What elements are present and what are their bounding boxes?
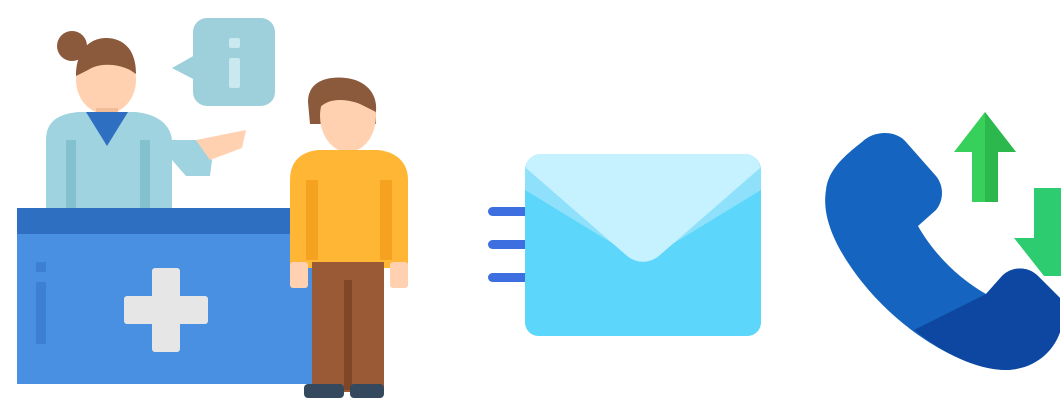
- desk: [17, 208, 317, 384]
- arrow-down-icon: [1014, 188, 1061, 276]
- illustration-scene: [0, 0, 1061, 398]
- phone-call-icon: [825, 112, 1061, 370]
- arrow-up-icon: [954, 112, 1016, 202]
- email-envelope-icon: [488, 154, 761, 336]
- reception-desk-icon: [17, 18, 408, 398]
- info-speech-bubble-icon: [172, 18, 275, 106]
